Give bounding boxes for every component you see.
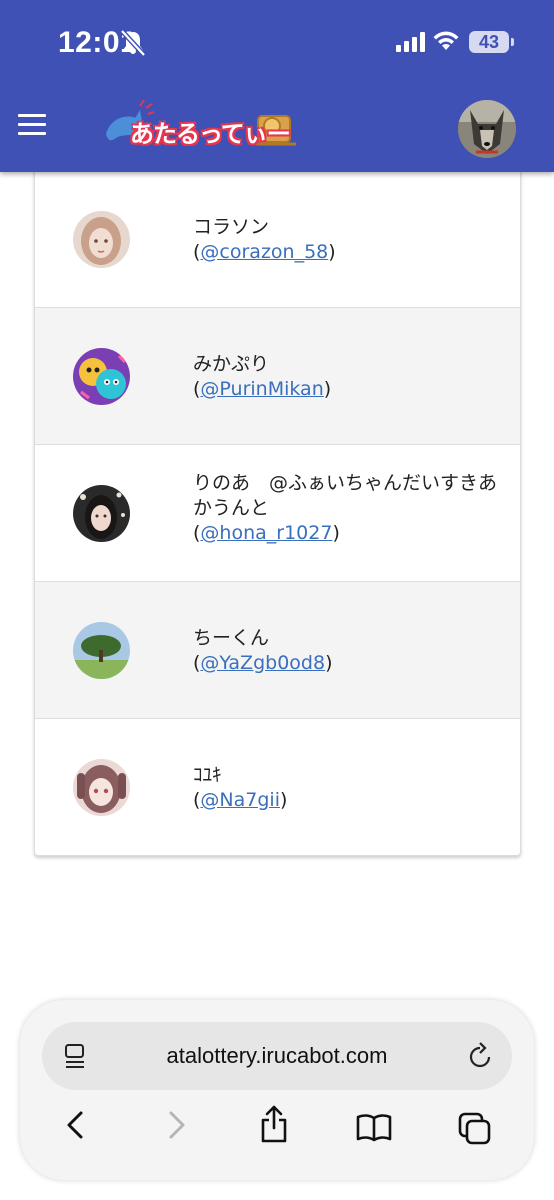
- user-avatar[interactable]: [73, 348, 130, 405]
- user-name: ｺﾕｷ: [193, 764, 222, 786]
- user-info: ｺﾕｷ (@Na7gii): [193, 763, 503, 813]
- tabs-icon[interactable]: [458, 1112, 492, 1146]
- tree-avatar-icon: [73, 622, 130, 679]
- app-header: 12:01 43 あたるってぃー: [0, 0, 554, 172]
- share-icon[interactable]: [259, 1104, 289, 1144]
- user-name: コラソン: [193, 216, 270, 238]
- address-bar[interactable]: atalottery.irucabot.com: [42, 1022, 512, 1090]
- user-handle-link[interactable]: @hona_r1027: [200, 522, 332, 544]
- hamburger-menu-icon[interactable]: [18, 114, 50, 142]
- user-handle-line: (@hona_r1027): [193, 522, 340, 544]
- user-handle-link[interactable]: @Na7gii: [200, 789, 280, 811]
- user-info: ちーくん (@YaZgb0od8): [193, 626, 503, 676]
- status-bar: 12:01 43: [0, 0, 554, 84]
- browser-toolbar: atalottery.irucabot.com: [20, 1000, 534, 1180]
- cellular-signal-icon: [396, 32, 425, 52]
- url-text[interactable]: atalottery.irucabot.com: [112, 1043, 442, 1069]
- list-item: コラソン (@corazon_58): [35, 171, 520, 308]
- user-avatar[interactable]: [73, 622, 130, 679]
- wifi-icon: [433, 31, 459, 50]
- user-avatar[interactable]: [73, 485, 130, 542]
- profile-avatar[interactable]: [458, 100, 516, 158]
- anime-avatar-icon: [73, 759, 130, 816]
- user-info: りのあ @ふぁいちゃんだいすきあかうんと (@hona_r1027): [193, 471, 503, 546]
- battery-icon: 43: [469, 31, 509, 53]
- user-handle-line: (@Na7gii): [193, 789, 288, 811]
- app-logo[interactable]: あたるってぃー: [100, 98, 300, 158]
- user-handle-line: (@corazon_58): [193, 241, 336, 263]
- app-bar: あたるってぃー: [0, 84, 554, 172]
- user-list: コラソン (@corazon_58) みかぷり (@PurinMikan) りの…: [34, 170, 521, 856]
- cartoon-avatar-icon: [73, 348, 130, 405]
- list-item: ちーくん (@YaZgb0od8): [35, 582, 520, 719]
- user-handle-line: (@YaZgb0od8): [193, 652, 333, 674]
- user-name: りのあ @ふぁいちゃんだいすきあかうんと: [193, 472, 498, 519]
- portrait-avatar-icon: [73, 485, 130, 542]
- battery-tip: [511, 38, 514, 46]
- logo-text: あたるってぃー: [130, 120, 291, 148]
- user-name: みかぷり: [193, 353, 270, 375]
- user-avatar[interactable]: [73, 759, 130, 816]
- list-item: みかぷり (@PurinMikan): [35, 308, 520, 445]
- reload-icon[interactable]: [468, 1042, 492, 1070]
- back-icon[interactable]: [64, 1110, 86, 1140]
- user-handle-line: (@PurinMikan): [193, 378, 332, 400]
- bookmarks-icon[interactable]: [356, 1112, 392, 1142]
- forward-icon[interactable]: [166, 1110, 188, 1140]
- portrait-avatar-icon: [73, 211, 130, 268]
- user-avatar[interactable]: [73, 211, 130, 268]
- user-info: みかぷり (@PurinMikan): [193, 352, 503, 402]
- mute-icon: [120, 29, 146, 57]
- user-handle-link[interactable]: @PurinMikan: [200, 378, 323, 400]
- user-handle-link[interactable]: @YaZgb0od8: [200, 652, 325, 674]
- user-name: ちーくん: [193, 627, 270, 649]
- user-handle-link[interactable]: @corazon_58: [200, 241, 328, 263]
- page-menu-icon[interactable]: [64, 1043, 88, 1069]
- dog-avatar-icon: [458, 100, 516, 158]
- list-item: ｺﾕｷ (@Na7gii): [35, 719, 520, 856]
- user-info: コラソン (@corazon_58): [193, 215, 503, 265]
- list-item: りのあ @ふぁいちゃんだいすきあかうんと (@hona_r1027): [35, 445, 520, 582]
